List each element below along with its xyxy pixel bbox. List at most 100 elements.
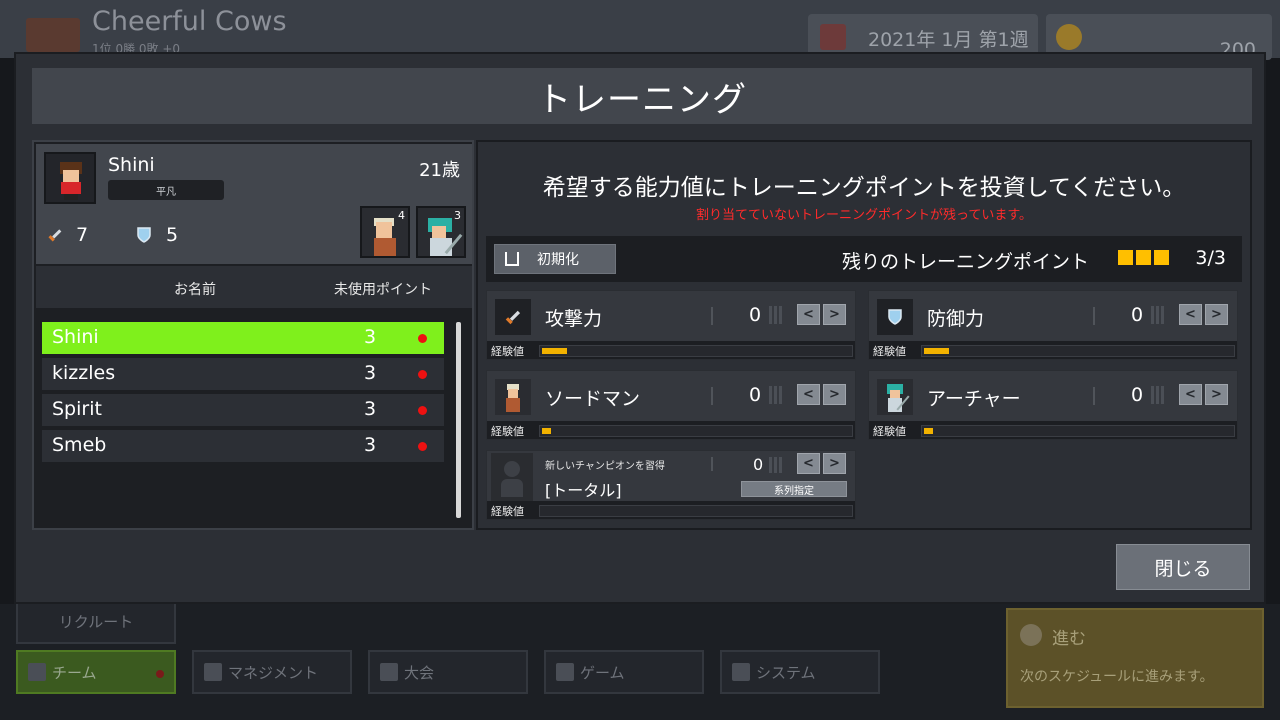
unused-points-dot [418,370,427,379]
roster-list: Shini 3 kizzles 3 Spirit 3 Smeb 3 [42,322,444,466]
exp-bar [539,425,853,437]
defense-value: 5 [166,224,179,246]
team-name: Cheerful Cows [92,6,287,37]
stat-value: 0 [1131,304,1144,326]
unused-points-dot [418,442,427,451]
stat-card-attack: 攻撃力 0 < > 経験値 [486,290,856,360]
col-name-header: お名前 [174,282,216,298]
advance-icon [1020,624,1042,646]
exp-label: 経験値 [873,345,906,358]
advance-title: 進む [1052,629,1086,649]
roster-row[interactable]: kizzles 3 [42,358,444,390]
unknown-champion-icon [491,453,533,501]
roster-points: 3 [364,326,377,348]
roster-row[interactable]: Spirit 3 [42,394,444,426]
training-panel: 希望する能力値にトレーニングポイントを投資してください。 割り当てていないトレー… [476,140,1252,530]
champion-level: 4 [398,209,405,222]
sword-icon [48,229,62,242]
player-panel: Shini 21歳 平凡 7 5 4 3 お名前 未使用ポイント Shini 3… [32,140,474,530]
increase-button[interactable]: > [823,453,846,474]
unused-points-dot [418,406,427,415]
increase-button[interactable]: > [823,304,846,325]
decrease-button[interactable]: < [797,384,820,405]
date-text: 2021年 1月 第1週 [868,29,1029,51]
management-label: マネジメント [228,663,319,682]
stat-card-archer: アーチャー 0 < > 経験値 [868,370,1238,440]
shield-icon [28,663,46,681]
modal-title: トレーニング [537,79,747,120]
training-modal: トレーニング Shini 21歳 平凡 7 5 4 3 お名前 未使用ポイント … [14,52,1266,604]
decrease-button[interactable]: < [1179,304,1202,325]
champion-level: 3 [454,209,461,222]
management-button[interactable]: マネジメント [192,650,352,694]
sword-icon [495,299,531,335]
stat-label: アーチャー [927,388,1021,410]
player-portrait [44,152,96,204]
advance-button[interactable]: 進む 次のスケジュールに進みます。 [1006,608,1264,708]
decrease-button[interactable]: < [1179,384,1202,405]
player-age: 21歳 [419,160,460,181]
decrease-button[interactable]: < [797,453,820,474]
exp-bar [921,345,1235,357]
instruction-text: 希望する能力値にトレーニングポイントを投資してください。 [542,175,1186,201]
gamepad-icon [556,663,574,681]
tournament-button[interactable]: 大会 [368,650,528,694]
team-button[interactable]: チーム [16,650,176,694]
calendar-icon [820,24,846,50]
shield-icon [877,299,913,335]
roster-row[interactable]: Shini 3 [42,322,444,354]
exp-bar [921,425,1235,437]
exp-label: 経験値 [491,425,524,438]
training-point-square [1154,250,1169,265]
remaining-points-squares [1118,250,1169,265]
roster-name: Spirit [52,398,102,420]
roster-points: 3 [364,362,377,384]
training-point-square [1136,250,1151,265]
roster-row[interactable]: Smeb 3 [42,430,444,462]
remaining-points-count: 3/3 [1195,247,1226,269]
roster-name: Smeb [52,434,107,456]
unused-points-dot [418,334,427,343]
attack-value: 7 [76,224,89,246]
swordsman-champion-portrait[interactable]: 4 [360,206,410,258]
system-button[interactable]: システム [720,650,880,694]
decrease-button[interactable]: < [797,304,820,325]
training-point-square [1118,250,1133,265]
remaining-points-label: 残りのトレーニングポイント [842,251,1090,273]
team-logo [26,18,80,52]
exp-bar [539,345,853,357]
roster-header: お名前 未使用ポイント [36,266,472,308]
trophy-icon [380,663,398,681]
system-label: システム [756,663,816,682]
game-button[interactable]: ゲーム [544,650,704,694]
modal-title-bar: トレーニング [32,68,1252,124]
roster-points: 3 [364,434,377,456]
document-icon [204,663,222,681]
exp-fill [542,428,551,434]
increase-button[interactable]: > [823,384,846,405]
roster-name: Shini [52,326,99,348]
player-card: Shini 21歳 平凡 7 5 4 3 [36,144,472,264]
stat-value: 0 [749,384,762,406]
stat-value: 0 [753,455,764,474]
new-champion-total: [トータル] [545,481,622,500]
stat-card-swordsman: ソードマン 0 < > 経験値 [486,370,856,440]
exp-label: 経験値 [491,505,524,518]
increase-button[interactable]: > [1205,304,1228,325]
swordsman-portrait-icon [495,379,531,415]
tournament-label: 大会 [404,663,435,682]
stat-value: 0 [749,304,762,326]
gear-icon [732,663,750,681]
increase-button[interactable]: > [1205,384,1228,405]
reset-button[interactable]: 初期化 [494,244,616,274]
series-select-button[interactable]: 系列指定 [741,481,847,497]
team-label: チーム [52,663,97,682]
stat-card-new-champion: 新しいチャンピオンを習得 [トータル] 0 < > 系列指定 経験値 [486,450,856,520]
exp-fill [542,348,567,354]
close-button[interactable]: 閉じる [1116,544,1250,590]
stat-label: ソードマン [545,388,641,410]
recruit-button[interactable]: リクルート [16,598,176,644]
archer-champion-portrait[interactable]: 3 [416,206,466,258]
exp-fill [924,428,933,434]
roster-scrollbar[interactable] [456,322,461,518]
